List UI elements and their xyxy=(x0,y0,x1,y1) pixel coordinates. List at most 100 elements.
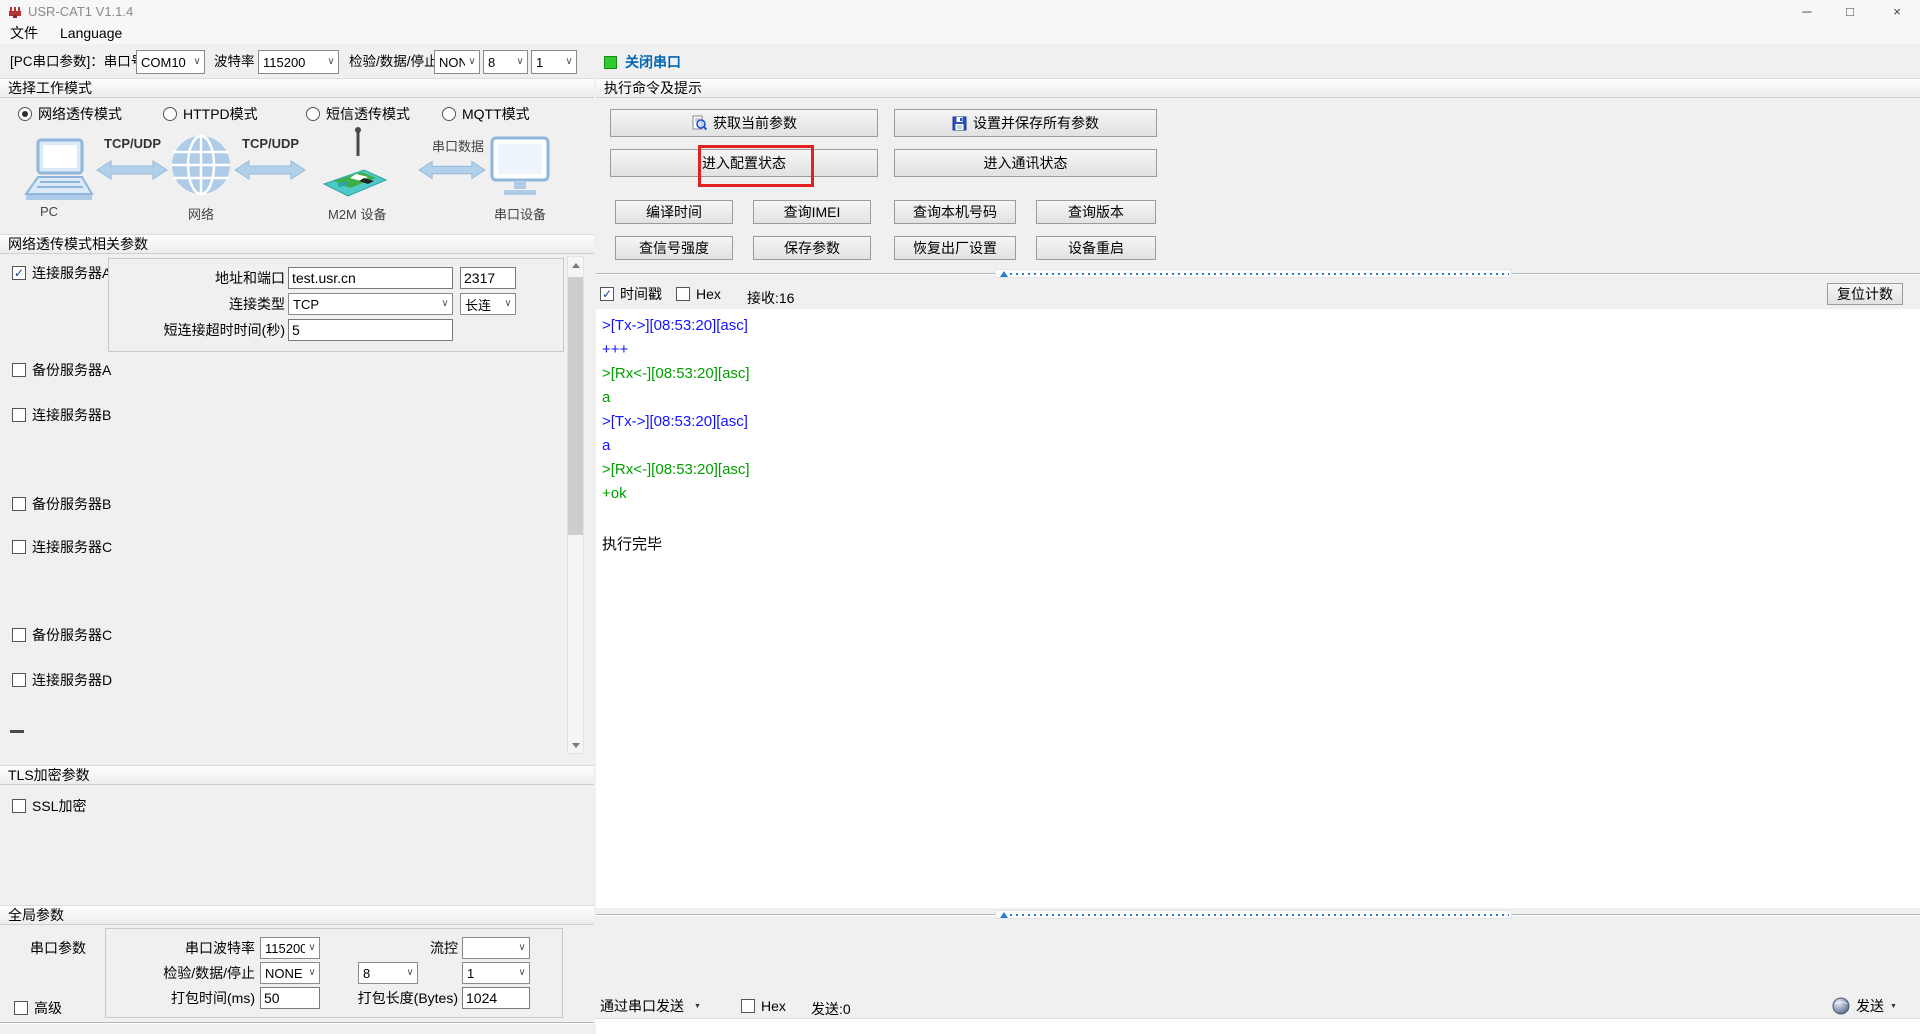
baud-select[interactable]: 115200∨ xyxy=(258,50,339,74)
close-button[interactable]: × xyxy=(1880,0,1914,22)
pc-serial-label: [PC串口参数]：串口号 xyxy=(10,50,144,74)
checkbox-timestamp[interactable]: ✓ 时间戳 xyxy=(600,286,662,302)
bottom-splitter-handle[interactable] xyxy=(995,910,1512,919)
params-scrollbar[interactable] xyxy=(567,256,584,754)
checkbox-backup-a[interactable]: ✓ 备份服务器A xyxy=(12,362,111,378)
radio-httpd[interactable]: HTTPD模式 xyxy=(163,106,258,122)
packtime-input[interactable] xyxy=(260,987,320,1009)
radio-label: 短信透传模式 xyxy=(326,104,410,124)
addr-port-label: 地址和端口 xyxy=(140,267,285,289)
checkbox-label: 连接服务器A xyxy=(32,263,111,283)
enter-comm-state-button[interactable]: 进入通讯状态 xyxy=(894,149,1157,177)
recv-count: 接收:16 xyxy=(747,288,794,308)
checkbox-icon: ✓ xyxy=(600,287,614,301)
top-splitter-handle[interactable] xyxy=(995,269,1512,278)
maximize-button[interactable]: □ xyxy=(1833,0,1867,22)
checkbox-server-d[interactable]: ✓ 连接服务器D xyxy=(12,672,112,688)
button-label: 进入通讯状态 xyxy=(984,153,1068,173)
menu-language[interactable]: Language xyxy=(60,25,122,41)
close-port-button[interactable]: 关闭串口 xyxy=(604,50,681,74)
send-status-icon xyxy=(1832,997,1850,1015)
checkbox-icon: ✓ xyxy=(12,799,26,813)
packlen-input[interactable] xyxy=(462,987,530,1009)
chevron-down-icon: ∨ xyxy=(305,968,319,978)
dropdown-arrow-icon: ▼ xyxy=(1890,1003,1897,1010)
port-status-led xyxy=(604,56,617,69)
radio-net-passthrough[interactable]: 网络透传模式 xyxy=(18,106,122,122)
checkbox-icon: ✓ xyxy=(12,628,26,642)
reset-count-button[interactable]: 复位计数 xyxy=(1827,283,1903,305)
query-imei-button[interactable]: 查询IMEI xyxy=(753,200,871,224)
save-params-button[interactable]: 保存参数 xyxy=(753,236,871,260)
checkbox-send-hex[interactable]: ✓ Hex xyxy=(741,998,786,1014)
checkbox-backup-c[interactable]: ✓ 备份服务器C xyxy=(12,627,112,643)
g-stopbits-select[interactable]: 1∨ xyxy=(462,962,530,984)
send-button[interactable]: 发送 ▼ xyxy=(1832,994,1897,1018)
get-params-button[interactable]: 获取当前参数 xyxy=(610,109,878,137)
factory-reset-button[interactable]: 恢复出厂设置 xyxy=(894,236,1016,260)
net-params-header: 网络透传模式相关参数 xyxy=(0,234,594,254)
scroll-up-button[interactable] xyxy=(568,257,583,273)
send-via-serial-dropdown[interactable]: 通过串口发送 ▼ xyxy=(600,996,701,1016)
log-line: >[Rx<-][08:53:20][asc] xyxy=(602,365,1920,389)
splitter-thumb-icon xyxy=(1000,271,1008,277)
checkbox-server-a[interactable]: ✓ 连接服务器A xyxy=(12,265,111,281)
parity-select[interactable]: NONI∨ xyxy=(434,50,480,74)
com-port-select[interactable]: COM10∨ xyxy=(136,50,205,74)
databits-select[interactable]: 8∨ xyxy=(483,50,528,74)
stopbits-select[interactable]: 1∨ xyxy=(531,50,577,74)
server-a-port-input[interactable] xyxy=(460,267,516,289)
node-label-network: 网络 xyxy=(188,204,214,223)
radio-mqtt[interactable]: MQTT模式 xyxy=(442,106,530,122)
splitter-track xyxy=(1010,273,1509,275)
checkbox-log-hex[interactable]: ✓ Hex xyxy=(676,286,721,302)
device-restart-button[interactable]: 设备重启 xyxy=(1036,236,1156,260)
chevron-down-icon: ∨ xyxy=(190,57,204,67)
compile-time-button[interactable]: 编译时间 xyxy=(615,200,733,224)
checkbox-label: 备份服务器B xyxy=(32,494,111,514)
chevron-down-icon: ∨ xyxy=(515,943,529,953)
scroll-down-button[interactable] xyxy=(568,737,583,753)
log-output-area[interactable]: >[Tx->][08:53:20][asc] +++ >[Rx<-][08:53… xyxy=(596,309,1920,908)
keepalive-select[interactable]: 长连∨ xyxy=(460,293,516,315)
radio-sms-passthrough[interactable]: 短信透传模式 xyxy=(306,106,410,122)
node-label-pc: PC xyxy=(40,204,58,219)
server-a-address-input[interactable] xyxy=(288,267,453,289)
checkbox-advanced[interactable]: ✓ 高级 xyxy=(14,1000,62,1016)
node-label-serial-device: 串口设备 xyxy=(494,204,546,223)
g-databits-select[interactable]: 8∨ xyxy=(358,962,418,984)
dropdown-arrow-icon: ▼ xyxy=(694,1003,701,1010)
button-label: 编译时间 xyxy=(646,202,702,222)
flow-select[interactable]: ∨ xyxy=(462,937,530,959)
query-signal-button[interactable]: 查信号强度 xyxy=(615,236,733,260)
button-label: 获取当前参数 xyxy=(713,113,797,133)
checkbox-backup-b[interactable]: ✓ 备份服务器B xyxy=(12,496,111,512)
chevron-down-icon: ∨ xyxy=(513,57,527,67)
minimize-button[interactable]: ─ xyxy=(1790,0,1824,22)
close-port-label: 关闭串口 xyxy=(625,52,681,72)
g-baud-select[interactable]: 115200∨ xyxy=(260,937,320,959)
radio-icon xyxy=(18,107,32,121)
save-all-params-button[interactable]: 设置并保存所有参数 xyxy=(894,109,1157,137)
pc-laptop-icon xyxy=(22,138,96,202)
scroll-thumb[interactable] xyxy=(568,277,583,535)
parity-label: 检验/数据/停止 xyxy=(349,50,438,74)
checkbox-ssl[interactable]: ✓ SSL加密 xyxy=(12,798,86,814)
conn-type-select[interactable]: TCP∨ xyxy=(288,293,453,315)
menu-file[interactable]: 文件 xyxy=(10,23,38,43)
checkbox-server-b[interactable]: ✓ 连接服务器B xyxy=(12,407,111,423)
query-version-button[interactable]: 查询版本 xyxy=(1036,200,1156,224)
checkbox-server-c[interactable]: ✓ 连接服务器C xyxy=(12,539,112,555)
g-parity-select[interactable]: NONE∨ xyxy=(260,962,320,984)
send-input-strip[interactable] xyxy=(596,1018,1920,1034)
bottom-divider xyxy=(0,1022,594,1024)
log-line: a xyxy=(602,437,1920,461)
query-local-number-button[interactable]: 查询本机号码 xyxy=(894,200,1016,224)
tls-header: TLS加密参数 xyxy=(0,765,594,785)
log-line: +++ xyxy=(602,341,1920,365)
flow-label: 流控 xyxy=(380,937,458,959)
network-globe-icon xyxy=(170,134,232,196)
save-all-icon xyxy=(952,116,967,131)
short-timeout-input[interactable] xyxy=(288,319,453,341)
radio-icon xyxy=(163,107,177,121)
